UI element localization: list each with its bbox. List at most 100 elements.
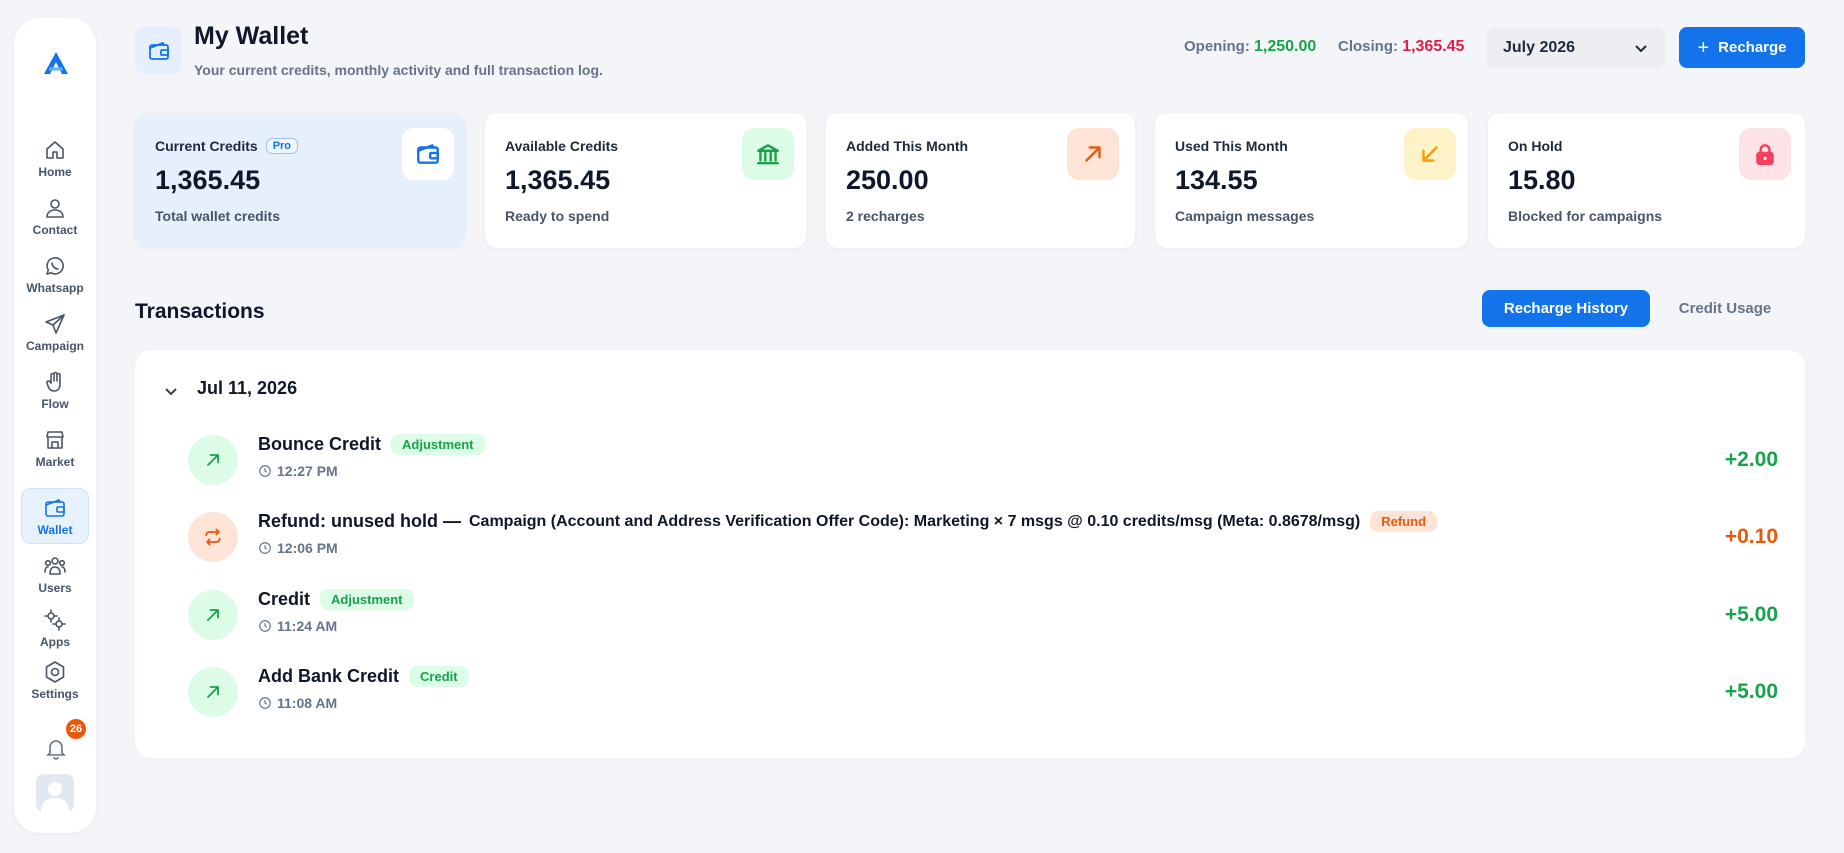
transaction-time: 11:24 AM xyxy=(258,618,337,634)
card-subtitle: Ready to spend xyxy=(505,208,610,224)
transactions-title: Transactions xyxy=(135,300,265,323)
opening-value: 1,250.00 xyxy=(1254,38,1317,55)
collapse-group-toggle[interactable] xyxy=(163,383,179,399)
group-date: Jul 11, 2026 xyxy=(197,378,298,398)
sidebar-item-market[interactable]: Market xyxy=(21,420,89,476)
refresh-icon xyxy=(188,512,238,562)
transactions-panel: Jul 11, 2026 Bounce Credit Adjustment 12… xyxy=(135,350,1805,758)
transaction-time-text: 11:08 AM xyxy=(277,695,338,711)
sidebar-item-label: Users xyxy=(38,580,72,595)
sidebar-item-label: Campaign xyxy=(25,338,84,353)
transaction-row[interactable]: Add Bank Credit Credit 11:08 AM +5.00 xyxy=(188,662,1778,722)
arrow-up-right-icon xyxy=(1067,128,1119,180)
tab-recharge-history[interactable]: Recharge History xyxy=(1482,290,1650,327)
transaction-amount: +0.10 xyxy=(1724,525,1778,548)
recharge-button-label: Recharge xyxy=(1718,39,1787,56)
sidebar-item-apps[interactable]: Apps xyxy=(21,600,89,656)
plus-icon: + xyxy=(1697,36,1710,59)
clock-icon xyxy=(259,697,271,709)
month-select[interactable]: July 2026 xyxy=(1487,27,1665,68)
card-label: Used This Month xyxy=(1175,138,1288,154)
transaction-name: Bounce Credit xyxy=(258,434,382,454)
sidebar-item-label: Apps xyxy=(40,634,70,649)
closing-balance: Closing: 1,365.45 xyxy=(1338,38,1464,56)
card-label-row: Added This Month xyxy=(846,138,968,154)
home-icon xyxy=(46,140,64,159)
transaction-amount: +5.00 xyxy=(1724,680,1778,703)
wallet-icon xyxy=(402,128,454,180)
transaction-name: Add Bank Credit xyxy=(258,666,400,686)
arrow-up-right-icon xyxy=(188,435,238,485)
notifications-button[interactable] xyxy=(44,736,68,760)
opening-label: Opening: xyxy=(1184,38,1250,55)
transaction-time-text: 12:27 PM xyxy=(277,463,338,479)
transaction-row[interactable]: Credit Adjustment 11:24 AM +5.00 xyxy=(188,585,1778,645)
transaction-time: 12:06 PM xyxy=(258,540,338,556)
card-label-row: Available Credits xyxy=(505,138,618,154)
sidebar-item-label: Home xyxy=(38,164,72,179)
sidebar-item-settings[interactable]: Settings xyxy=(21,652,89,708)
available-credits-card: Available Credits 1,365.45 Ready to spen… xyxy=(485,113,806,248)
transaction-title-line: Refund: unused hold — Campaign (Account … xyxy=(258,511,1438,532)
sidebar-item-campaign[interactable]: Campaign xyxy=(21,304,89,360)
transaction-row[interactable]: Bounce Credit Adjustment 12:27 PM +2.00 xyxy=(188,430,1778,490)
transaction-time: 12:27 PM xyxy=(258,463,338,479)
card-value: 1,365.45 xyxy=(155,165,261,195)
transaction-tag: Adjustment xyxy=(320,589,414,610)
opening-balance: Opening: 1,250.00 xyxy=(1184,38,1316,56)
sidebar-item-wallet[interactable]: Wallet xyxy=(21,488,89,544)
transaction-time-text: 12:06 PM xyxy=(277,540,338,556)
wallet-icon xyxy=(45,498,65,517)
transaction-time: 11:08 AM xyxy=(258,695,337,711)
sidebar-item-users[interactable]: Users xyxy=(21,546,89,602)
bell-icon xyxy=(46,740,66,760)
clock-icon xyxy=(259,465,271,477)
sidebar-item-contact[interactable]: Contact xyxy=(21,188,89,244)
sidebar-item-label: Market xyxy=(35,454,75,469)
market-icon xyxy=(46,430,64,449)
transaction-tag: Credit xyxy=(409,666,469,687)
sidebar: Home Contact Whatsapp Campaign Flow Mark… xyxy=(14,18,96,833)
transaction-amount: +5.00 xyxy=(1724,603,1778,626)
card-label-row: Current Credits Pro xyxy=(155,138,299,154)
card-label: On Hold xyxy=(1508,138,1563,154)
transaction-title-line: Add Bank Credit Credit xyxy=(258,666,469,687)
app-logo[interactable] xyxy=(40,48,72,80)
sidebar-item-label: Contact xyxy=(32,222,78,237)
card-subtitle: 2 recharges xyxy=(846,208,925,224)
transaction-row[interactable]: Refund: unused hold — Campaign (Account … xyxy=(188,507,1778,567)
whatsapp-icon xyxy=(46,256,64,275)
card-label-row: Used This Month xyxy=(1175,138,1288,154)
page-subtitle: Your current credits, monthly activity a… xyxy=(194,62,603,78)
user-avatar-icon xyxy=(41,782,69,812)
contact-icon xyxy=(46,198,64,218)
apps-icon xyxy=(44,608,66,631)
card-value: 1,365.45 xyxy=(505,165,611,195)
transaction-title-line: Bounce Credit Adjustment xyxy=(258,434,485,455)
card-value: 250.00 xyxy=(846,165,929,195)
bank-icon xyxy=(742,128,794,180)
closing-value: 1,365.45 xyxy=(1402,38,1465,55)
tab-credit-usage[interactable]: Credit Usage xyxy=(1665,290,1785,327)
sidebar-item-label: Settings xyxy=(31,686,79,701)
sidebar-item-whatsapp[interactable]: Whatsapp xyxy=(21,246,89,302)
current-credits-card: Current Credits Pro 1,365.45 Total walle… xyxy=(135,113,465,248)
transaction-tag: Adjustment xyxy=(391,434,485,455)
flow-icon xyxy=(46,371,61,392)
month-select-value: July 2026 xyxy=(1503,38,1576,56)
notification-count-badge: 26 xyxy=(64,717,88,741)
card-label-row: On Hold xyxy=(1508,138,1562,154)
recharge-button[interactable]: + Recharge xyxy=(1679,27,1805,68)
arrow-down-left-icon xyxy=(1404,128,1456,180)
chevron-down-icon xyxy=(165,388,177,396)
chevron-down-icon xyxy=(1635,44,1647,52)
sidebar-item-label: Wallet xyxy=(37,522,73,537)
sidebar-item-flow[interactable]: Flow xyxy=(21,362,89,418)
arrow-up-right-icon xyxy=(188,590,238,640)
page-wallet-icon xyxy=(135,27,182,74)
transaction-title-line: Credit Adjustment xyxy=(258,589,414,610)
added-this-month-card: Added This Month 250.00 2 recharges xyxy=(826,113,1135,248)
pro-badge: Pro xyxy=(265,138,299,154)
sidebar-item-home[interactable]: Home xyxy=(21,130,89,186)
avatar[interactable] xyxy=(36,774,74,812)
